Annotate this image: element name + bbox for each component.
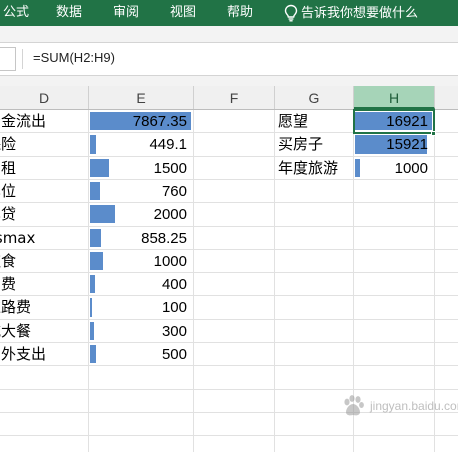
column-header-d[interactable]: D [0, 86, 89, 109]
watermark-text: jingyan.baidu.com [370, 399, 458, 413]
gridline [193, 110, 194, 452]
expense-value-cell[interactable]: 1500 [89, 157, 193, 180]
expense-label-cell[interactable]: 饮食 [0, 250, 88, 273]
baidu-jingyan-watermark: jingyan.baidu.com [340, 393, 458, 419]
column-header-f[interactable]: F [194, 86, 275, 109]
column-header-row: D E F G H [0, 86, 458, 110]
column-header-g[interactable]: G [275, 86, 354, 109]
expense-value-cell[interactable]: 100 [89, 296, 193, 319]
wish-label-cell[interactable]: 年度旅游 [278, 157, 353, 180]
gridline [0, 388, 458, 390]
column-header-e[interactable]: E [89, 86, 194, 109]
expense-label-cell[interactable]: 意外支出 [0, 343, 88, 366]
expense-value-cell[interactable]: 449.1 [89, 133, 193, 156]
formula-bar-divider [22, 49, 23, 69]
expense-value-cell[interactable]: 400 [89, 273, 193, 296]
expense-value-cell[interactable]: 760 [89, 180, 193, 203]
expense-label-cell[interactable]: 保险 [0, 133, 88, 156]
name-box[interactable] [0, 47, 16, 71]
tab-formulas[interactable]: 公式 [3, 0, 29, 26]
expense-value-cell[interactable]: 1000 [89, 250, 193, 273]
formula-bar: =SUM(H2:H9) [0, 42, 458, 76]
wish-value-cell[interactable]: 15921 [354, 133, 434, 156]
ribbon-tab-bar: 公式 数据 审阅 视图 帮助 告诉我你想要做什么 [0, 0, 458, 26]
tell-me-label: 告诉我你想要做什么 [301, 5, 419, 21]
expense-label-cell[interactable]: 吃大餐 [0, 320, 88, 343]
expense-value-cell[interactable]: 7867.35 [89, 110, 193, 133]
expense-label-cell[interactable]: 房租 [0, 157, 88, 180]
tab-view[interactable]: 视图 [170, 0, 196, 26]
baidu-paw-icon [344, 395, 364, 416]
wish-value-cell[interactable]: 16921 [354, 110, 434, 133]
gridline [274, 110, 275, 452]
tab-help[interactable]: 帮助 [227, 0, 253, 26]
tab-review[interactable]: 审阅 [113, 0, 139, 26]
tell-me-search[interactable]: 告诉我你想要做什么 [284, 0, 418, 26]
tab-data[interactable]: 数据 [56, 0, 82, 26]
lightbulb-icon [284, 4, 298, 22]
expense-label-cell[interactable]: xsmax [0, 227, 88, 250]
fill-handle[interactable] [431, 131, 436, 137]
wish-label-cell[interactable]: 买房子 [278, 133, 353, 156]
expense-label-cell[interactable]: 资金流出 [0, 110, 88, 133]
expense-label-cell[interactable]: 车贷 [0, 203, 88, 226]
wish-value-cell[interactable]: 1000 [354, 157, 434, 180]
expense-value-cell[interactable]: 858.25 [89, 227, 193, 250]
expense-value-cell[interactable]: 500 [89, 343, 193, 366]
sheet-spacer [0, 76, 458, 86]
expense-label-cell[interactable]: 过路费 [0, 296, 88, 319]
column-header-i[interactable] [435, 86, 458, 109]
expense-value-cell[interactable]: 2000 [89, 203, 193, 226]
column-header-h[interactable]: H [354, 86, 435, 109]
expense-label-cell[interactable]: 油费 [0, 273, 88, 296]
expense-label-cell[interactable]: 车位 [0, 180, 88, 203]
ribbon-body [0, 26, 458, 42]
formula-input[interactable]: =SUM(H2:H9) [33, 50, 115, 65]
expense-value-cell[interactable]: 300 [89, 320, 193, 343]
gridline [0, 435, 458, 437]
wish-label-cell[interactable]: 愿望 [278, 110, 353, 133]
